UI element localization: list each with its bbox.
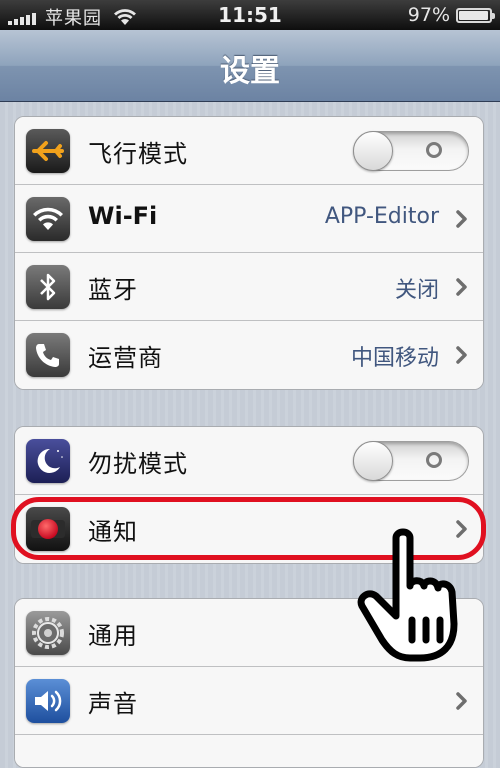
status-right: 97% — [407, 4, 495, 26]
toggle-off-indicator — [426, 452, 442, 468]
airplane-mode-label: 飞行模式 — [88, 140, 188, 168]
status-bar: 苹果园 11:51 97% — [0, 0, 500, 30]
carrier-label: 运营商 — [88, 344, 163, 372]
chevron-right-icon — [456, 210, 467, 228]
battery-fill — [459, 10, 489, 20]
pointing-hand-icon — [357, 528, 458, 662]
page-title: 设置 — [220, 54, 280, 89]
settings-row-carrier[interactable]: 运营商 中国移动 — [15, 321, 483, 389]
bluetooth-value: 关闭 — [394, 278, 439, 303]
moon-icon — [26, 439, 70, 483]
general-label: 通用 — [88, 622, 138, 650]
notification-icon — [26, 507, 70, 551]
settings-row-do-not-disturb: 勿扰模式 — [15, 427, 483, 495]
notifications-label: 通知 — [88, 518, 138, 546]
toggle-knob — [353, 131, 393, 171]
airplane-icon — [26, 129, 70, 173]
settings-row-sounds[interactable]: 声音 — [15, 667, 483, 735]
chevron-right-icon — [456, 278, 467, 296]
bluetooth-icon — [26, 265, 70, 309]
settings-group-connectivity: 飞行模式 Wi-Fi APP-Editor 蓝牙 关闭 运营商 中国移动 — [14, 116, 484, 390]
toggle-off-indicator — [426, 142, 442, 158]
settings-row-bluetooth[interactable]: 蓝牙 关闭 — [15, 253, 483, 321]
wifi-value: APP-Editor — [324, 204, 439, 229]
navigation-bar: 设置 — [0, 30, 500, 102]
battery-icon — [456, 7, 495, 23]
carrier-value: 中国移动 — [350, 346, 439, 371]
settings-row-airplane-mode: 飞行模式 — [15, 117, 483, 185]
toggle-knob — [353, 441, 393, 481]
gear-icon — [26, 611, 70, 655]
battery-percent: 97% — [407, 4, 450, 26]
phone-icon — [26, 333, 70, 377]
wifi-icon — [26, 197, 70, 241]
bluetooth-label: 蓝牙 — [88, 276, 138, 304]
sounds-label: 声音 — [88, 690, 138, 718]
speaker-icon — [26, 679, 70, 723]
chevron-right-icon — [456, 346, 467, 364]
settings-row-partial — [15, 735, 483, 767]
airplane-mode-toggle[interactable] — [353, 131, 469, 171]
do-not-disturb-toggle[interactable] — [353, 441, 469, 481]
settings-row-wifi[interactable]: Wi-Fi APP-Editor — [15, 185, 483, 253]
wifi-label: Wi-Fi — [88, 202, 158, 230]
chevron-right-icon — [456, 692, 467, 710]
do-not-disturb-label: 勿扰模式 — [88, 450, 188, 478]
